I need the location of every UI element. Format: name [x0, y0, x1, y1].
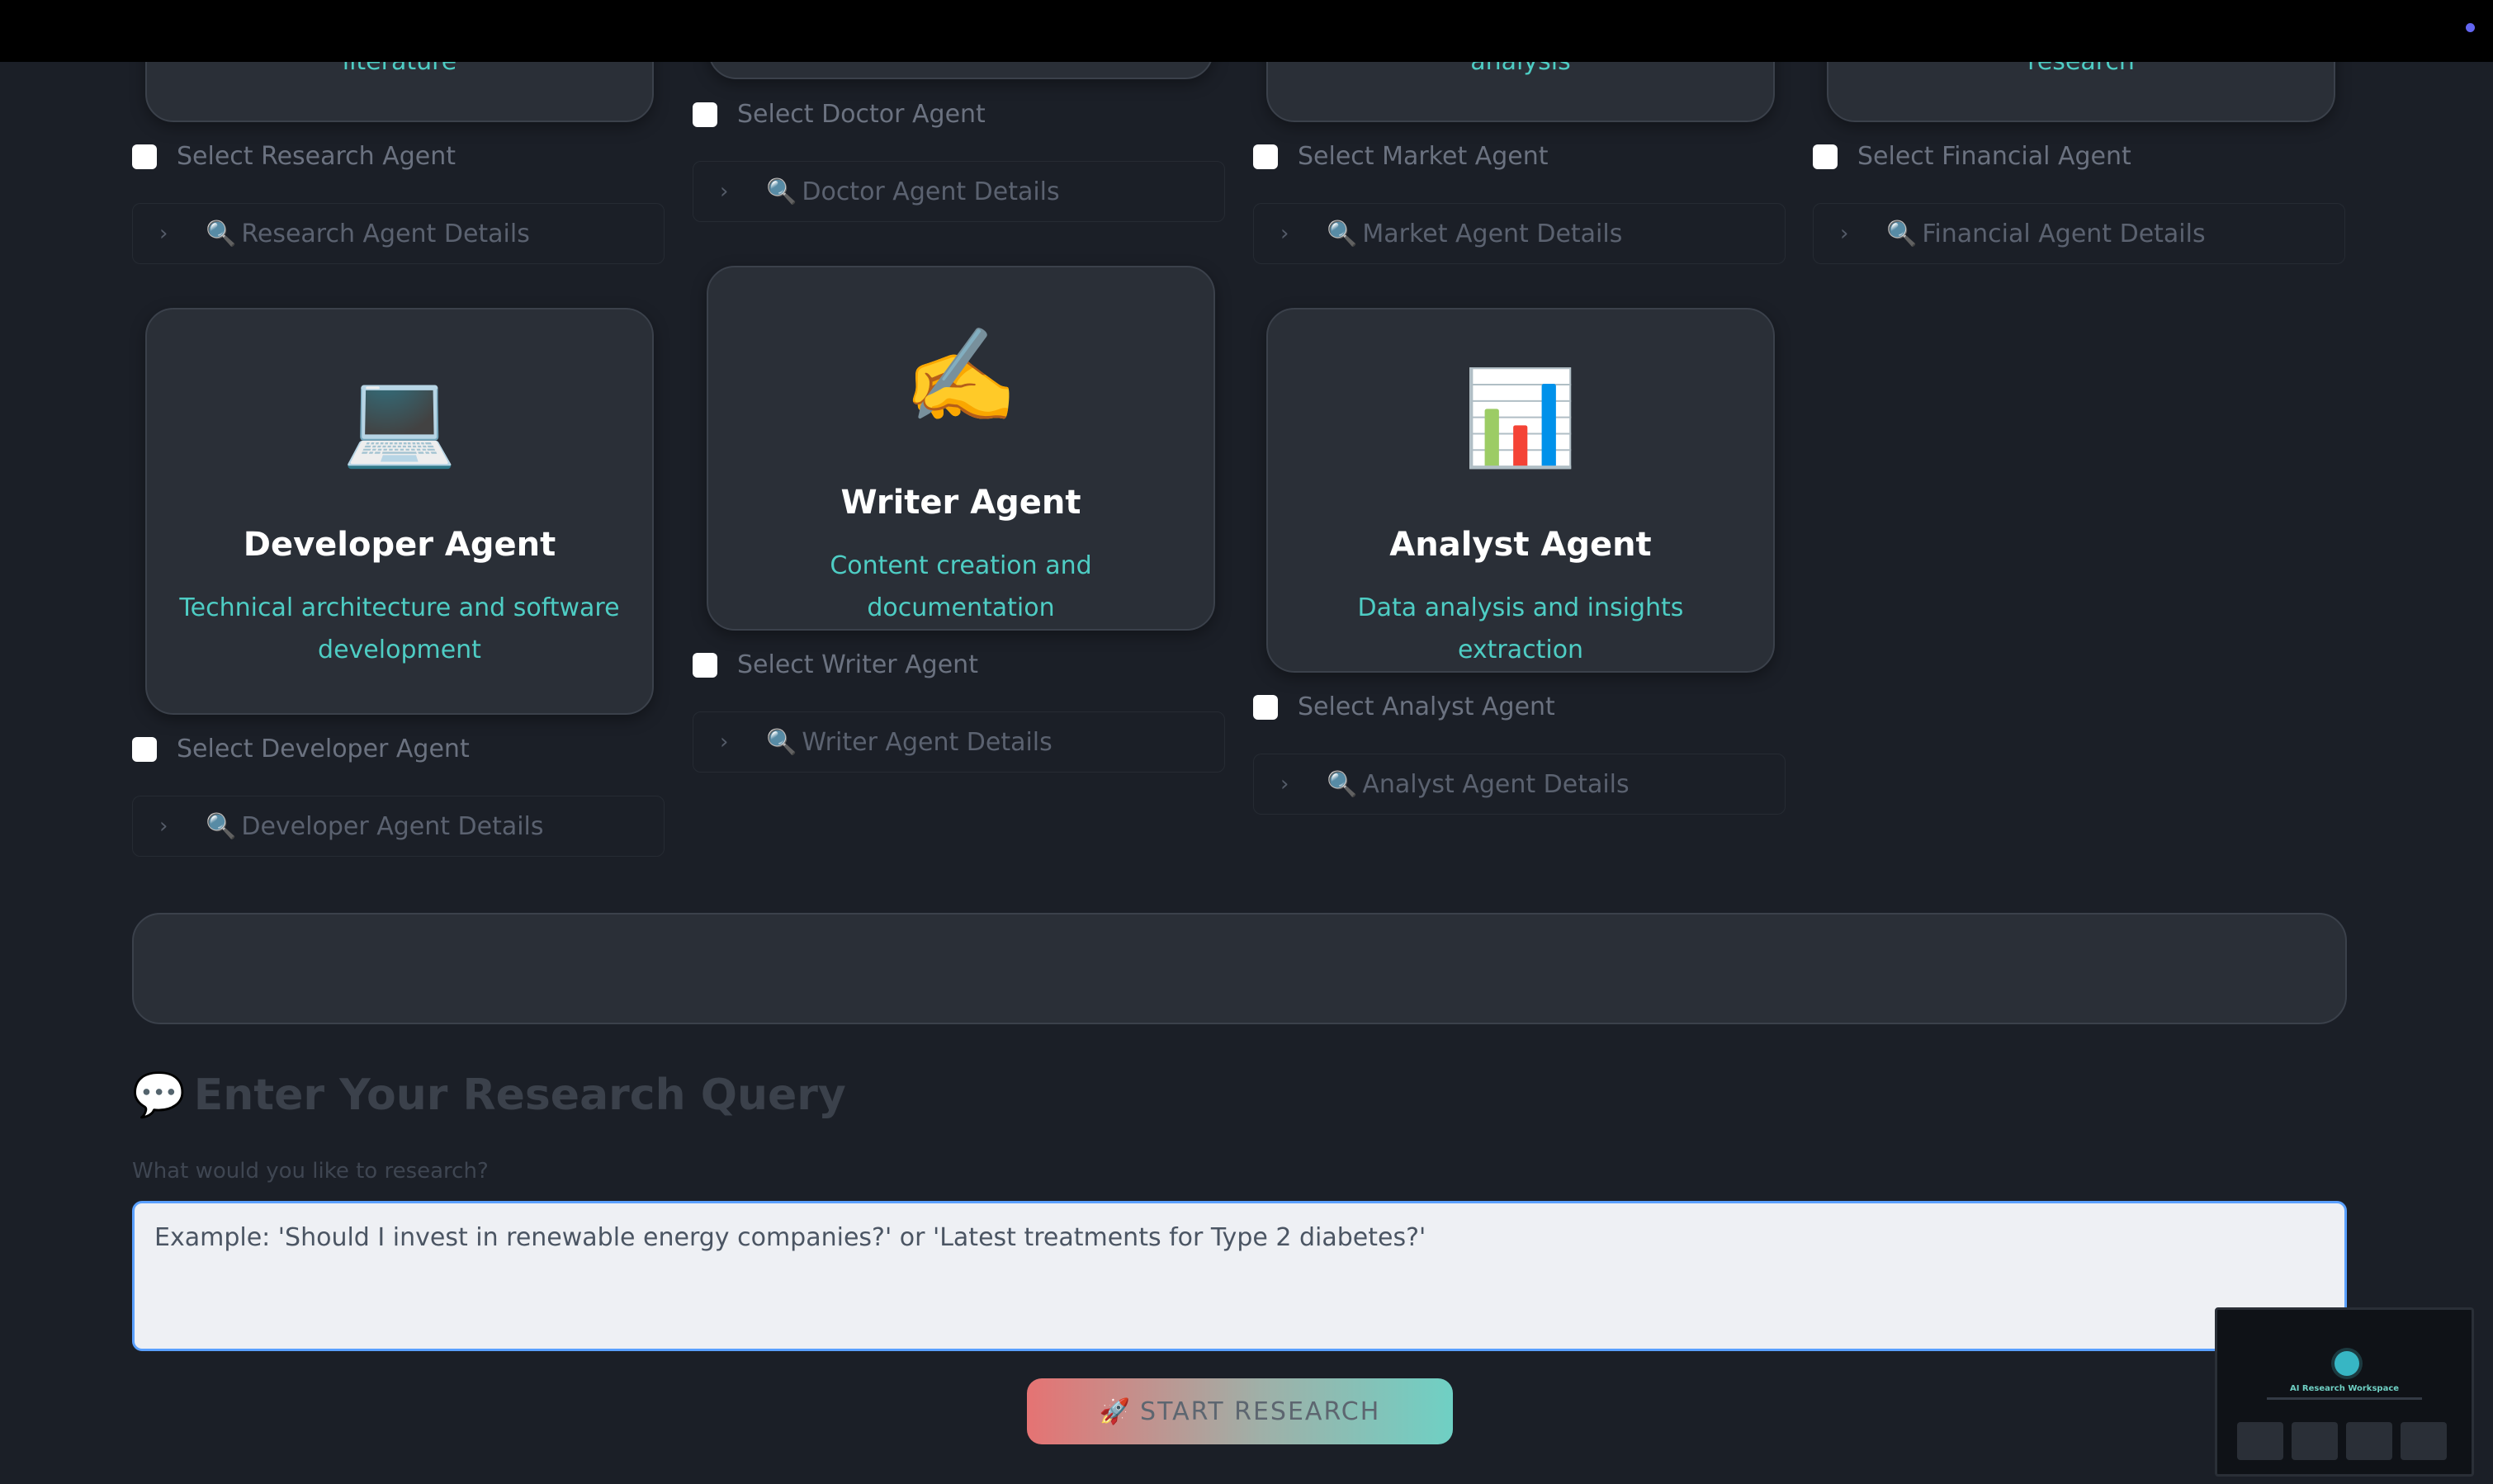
thumbnail-title: AI Research Workspace — [2289, 1384, 2400, 1393]
expander-label: Research Agent Details — [241, 219, 530, 248]
expander-label: Writer Agent Details — [802, 727, 1053, 757]
card-description: Technical architecture and software deve… — [179, 593, 620, 664]
select-market-agent[interactable]: Select Market Agent — [1253, 142, 1549, 171]
checkbox-label: Select Research Agent — [177, 142, 456, 171]
writer-agent-details-expander[interactable]: › 🔍 Writer Agent Details — [693, 711, 1225, 773]
checkbox-label: Select Market Agent — [1298, 142, 1549, 171]
magnifier-icon: 🔍 — [766, 727, 797, 757]
expander-label: Market Agent Details — [1362, 219, 1623, 248]
card-title: Analyst Agent — [1389, 526, 1652, 564]
checkbox[interactable] — [1813, 144, 1838, 169]
select-writer-agent[interactable]: Select Writer Agent — [693, 650, 978, 679]
expander-label: Financial Agent Details — [1922, 219, 2206, 248]
card-description: Data analysis and insights extraction — [1357, 593, 1684, 664]
expander-label: Developer Agent Details — [241, 811, 544, 841]
select-developer-agent[interactable]: Select Developer Agent — [132, 735, 470, 763]
market-agent-details-expander[interactable]: › 🔍 Market Agent Details — [1253, 203, 1786, 264]
query-heading: 💬 Enter Your Research Query — [132, 1070, 846, 1121]
thumbnail-card — [2292, 1422, 2338, 1460]
checkbox[interactable] — [693, 652, 717, 678]
research-agent-details-expander[interactable]: › 🔍 Research Agent Details — [132, 203, 665, 264]
chevron-right-icon: › — [1840, 221, 1849, 246]
analyst-agent-details-expander[interactable]: › 🔍 Analyst Agent Details — [1253, 754, 1786, 815]
writing-hand-icon: ✍️ — [903, 323, 1019, 430]
start-research-label: START RESEARCH — [1140, 1397, 1381, 1426]
magnifier-icon: 🔍 — [1886, 219, 1918, 248]
thumbnail-card — [2237, 1422, 2283, 1460]
status-indicator — [2466, 23, 2475, 32]
magnifier-icon: 🔍 — [206, 219, 237, 248]
checkbox-label: Select Doctor Agent — [737, 100, 986, 129]
checkbox[interactable] — [132, 736, 157, 762]
magnifier-icon: 🔍 — [766, 177, 797, 206]
expander-label: Analyst Agent Details — [1362, 769, 1630, 799]
magnifier-icon: 🔍 — [206, 811, 237, 841]
chevron-right-icon: › — [720, 179, 729, 204]
chevron-right-icon: › — [720, 730, 729, 754]
logo-icon — [2335, 1351, 2359, 1376]
card-description: Content creation and documentation — [830, 551, 1092, 622]
chevron-right-icon: › — [159, 814, 168, 839]
writer-agent-card: ✍️ Writer Agent Content creation and doc… — [707, 266, 1215, 631]
top-bar — [0, 0, 2493, 62]
checkbox[interactable] — [132, 144, 157, 169]
card-title: Writer Agent — [840, 484, 1081, 522]
select-research-agent[interactable]: Select Research Agent — [132, 142, 456, 171]
laptop-icon: 💻 — [342, 365, 457, 472]
select-financial-agent[interactable]: Select Financial Agent — [1813, 142, 2131, 171]
checkbox[interactable] — [693, 102, 717, 127]
checkbox-label: Select Analyst Agent — [1298, 692, 1555, 721]
financial-agent-details-expander[interactable]: › 🔍 Financial Agent Details — [1813, 203, 2345, 264]
chevron-right-icon: › — [1280, 221, 1289, 246]
checkbox-label: Select Developer Agent — [177, 735, 470, 763]
magnifier-icon: 🔍 — [1327, 219, 1358, 248]
query-input[interactable]: Example: 'Should I invest in renewable e… — [132, 1201, 2347, 1351]
select-analyst-agent[interactable]: Select Analyst Agent — [1253, 692, 1555, 721]
analyst-agent-card: 📊 Analyst Agent Data analysis and insigh… — [1266, 308, 1775, 673]
info-banner — [132, 913, 2347, 1024]
magnifier-icon: 🔍 — [1327, 769, 1358, 799]
bar-chart-icon: 📊 — [1463, 365, 1578, 472]
page-preview-thumbnail[interactable]: AI Research Workspace — [2215, 1307, 2474, 1477]
doctor-agent-details-expander[interactable]: › 🔍 Doctor Agent Details — [693, 161, 1225, 222]
query-heading-text: Enter Your Research Query — [193, 1070, 846, 1120]
thumbnail-subtitle-line — [2267, 1397, 2422, 1400]
start-research-button[interactable]: 🚀 START RESEARCH — [1027, 1378, 1453, 1444]
checkbox[interactable] — [1253, 694, 1278, 720]
speech-bubble-icon: 💬 — [132, 1070, 186, 1120]
card-title: Developer Agent — [243, 526, 556, 564]
expander-label: Doctor Agent Details — [802, 177, 1060, 206]
chevron-right-icon: › — [159, 221, 168, 246]
checkbox-label: Select Writer Agent — [737, 650, 978, 679]
rocket-icon: 🚀 — [1099, 1397, 1133, 1426]
chevron-right-icon: › — [1280, 772, 1289, 796]
developer-agent-details-expander[interactable]: › 🔍 Developer Agent Details — [132, 796, 665, 857]
checkbox-label: Select Financial Agent — [1857, 142, 2131, 171]
select-doctor-agent[interactable]: Select Doctor Agent — [693, 100, 986, 129]
checkbox[interactable] — [1253, 144, 1278, 169]
query-input-label: What would you like to research? — [132, 1159, 489, 1184]
thumbnail-card — [2346, 1422, 2392, 1460]
developer-agent-card: 💻 Developer Agent Technical architecture… — [145, 308, 654, 715]
thumbnail-card — [2401, 1422, 2447, 1460]
